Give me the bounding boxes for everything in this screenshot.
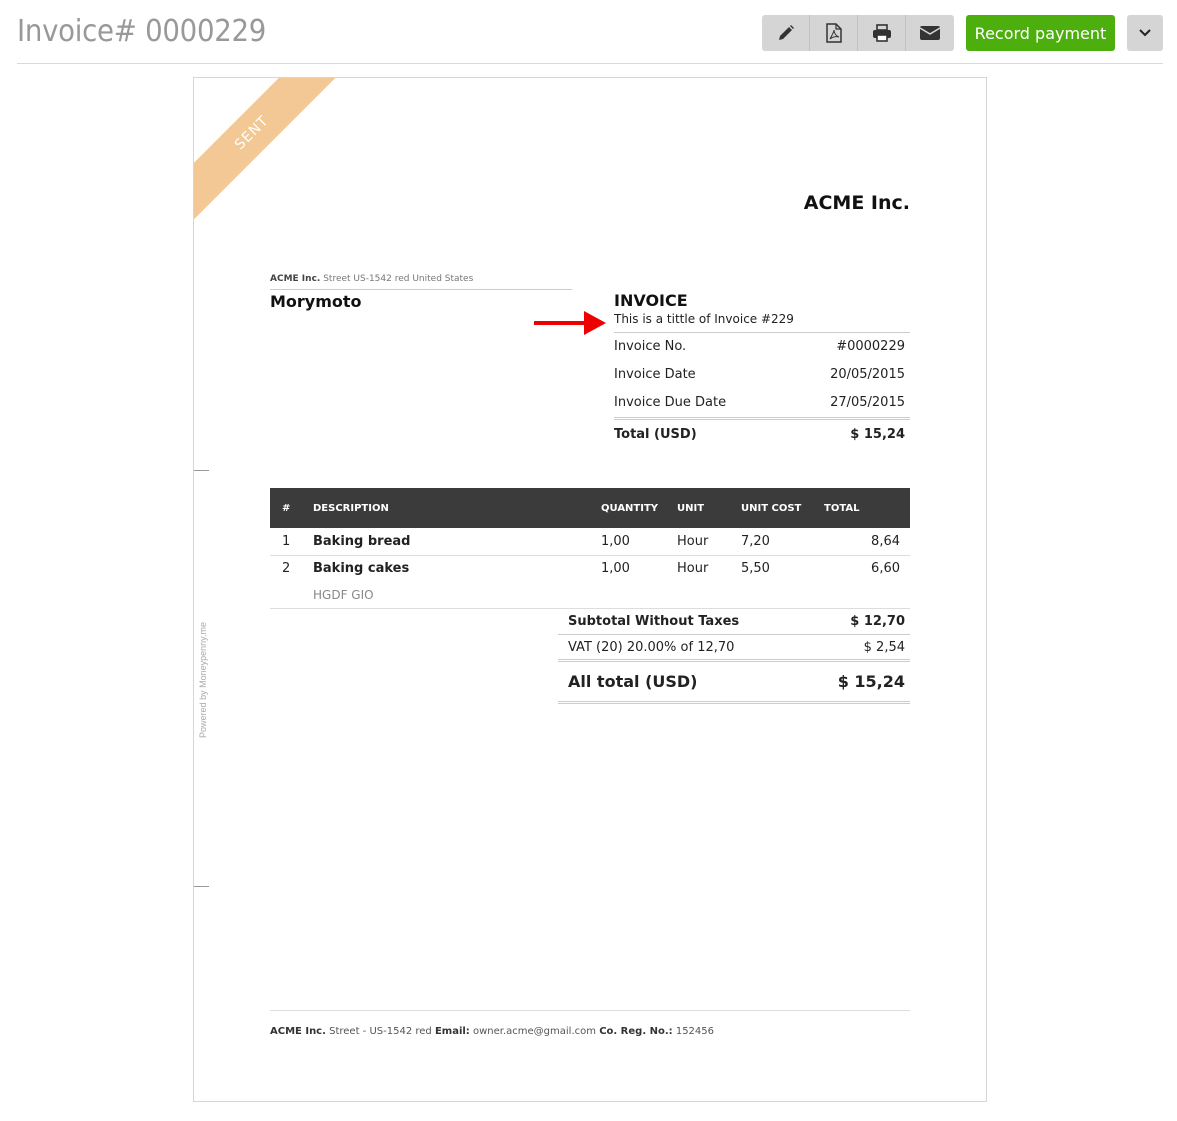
vat-row: VAT (20) 20.00% of 12,70 $ 2,54	[558, 635, 910, 662]
table-row-note: HGDF GIO	[270, 582, 910, 609]
table-row: 2 Baking cakes 1,00 Hour 5,50 6,60	[270, 555, 910, 582]
sender-address: ACME Inc. Street US-1542 red United Stat…	[270, 274, 572, 290]
invoice-date-row: Invoice Date 20/05/2015	[614, 361, 910, 389]
document-footer: ACME Inc. Street - US-1542 red Email: ow…	[270, 1010, 910, 1037]
all-total-label: All total (USD)	[568, 672, 698, 691]
cell-unit: Hour	[677, 528, 741, 556]
invoice-document: SENT Powered by Moneypenny.me ACME Inc. …	[193, 77, 987, 1102]
vat-label: VAT (20) 20.00% of 12,70	[568, 639, 735, 655]
footer-reg-no: 152456	[675, 1026, 715, 1037]
more-actions-button[interactable]	[1127, 15, 1163, 51]
print-button[interactable]	[858, 15, 906, 51]
table-header-row: # DESCRIPTION QUANTITY UNIT UNIT COST TO…	[270, 488, 910, 528]
cell-number: 1	[270, 528, 313, 556]
items-table: # DESCRIPTION QUANTITY UNIT UNIT COST TO…	[270, 488, 910, 609]
fold-mark	[194, 470, 209, 471]
page-title: Invoice# 0000229	[17, 14, 267, 49]
footer-reg-label: Co. Reg. No.:	[599, 1026, 673, 1037]
footer-email-label: Email:	[434, 1026, 470, 1037]
fold-mark	[194, 886, 209, 887]
invoice-due-date-row: Invoice Due Date 27/05/2015	[614, 389, 910, 420]
envelope-icon	[919, 26, 941, 40]
cell-quantity: 1,00	[601, 561, 630, 577]
toolbar-button-group	[762, 15, 954, 51]
col-header-number: #	[270, 488, 313, 528]
col-header-unit-cost: UNIT COST	[741, 488, 824, 528]
footer-email: owner.acme@gmail.com	[473, 1026, 596, 1037]
record-payment-button[interactable]: Record payment	[966, 15, 1115, 51]
subtotal-label: Subtotal Without Taxes	[568, 613, 740, 629]
subtotal-value: $ 12,70	[850, 613, 905, 629]
table-row: 1 Baking bread 1,00 Hour 7,20 8,64	[270, 528, 910, 556]
all-total-value: $ 15,24	[837, 672, 905, 691]
sender-name: ACME Inc.	[270, 274, 321, 284]
footer-company: ACME Inc.	[270, 1026, 326, 1037]
client-name: Morymoto	[270, 292, 362, 311]
meta-value: 27/05/2015	[830, 395, 905, 410]
cell-number: 2	[282, 561, 291, 577]
col-header-unit: UNIT	[677, 488, 741, 528]
meta-label: Invoice No.	[614, 339, 687, 354]
cell-quantity: 1,00	[601, 528, 677, 556]
red-arrow-annotation	[534, 311, 606, 335]
col-header-description: DESCRIPTION	[313, 488, 601, 528]
invoice-subtitle: This is a tittle of Invoice #229	[614, 312, 910, 333]
vat-value: $ 2,54	[863, 639, 905, 655]
email-button[interactable]	[906, 15, 954, 51]
edit-button[interactable]	[762, 15, 810, 51]
invoice-heading: INVOICE	[614, 291, 688, 310]
sender-street: Street US-1542 red United States	[323, 274, 474, 284]
cell-unit-cost: 7,20	[741, 528, 824, 556]
status-ribbon: SENT	[194, 78, 351, 232]
col-header-total: TOTAL	[824, 488, 910, 528]
page-header: Invoice# 0000229 Record payment	[17, 0, 1163, 64]
pencil-icon	[778, 25, 794, 40]
meta-label: Invoice Date	[614, 367, 696, 382]
cell-note: HGDF GIO	[313, 582, 601, 609]
subtotal-row: Subtotal Without Taxes $ 12,70	[558, 608, 910, 635]
printer-icon	[872, 24, 891, 42]
meta-value: 20/05/2015	[830, 367, 905, 382]
total-value: $ 15,24	[850, 427, 905, 442]
chevron-down-icon	[1139, 29, 1151, 37]
pdf-button[interactable]	[810, 15, 858, 51]
company-name: ACME Inc.	[803, 192, 910, 214]
all-total-row: All total (USD) $ 15,24	[558, 662, 910, 704]
total-label: Total (USD)	[614, 427, 697, 442]
invoice-number-row: Invoice No. #0000229	[614, 333, 910, 361]
invoice-info: INVOICE This is a tittle of Invoice #229…	[614, 291, 910, 442]
cell-description: Baking cakes	[313, 561, 410, 577]
cell-unit-cost: 5,50	[741, 561, 770, 577]
totals-block: Subtotal Without Taxes $ 12,70 VAT (20) …	[558, 608, 910, 704]
cell-description: Baking bread	[313, 528, 601, 556]
col-header-quantity: QUANTITY	[601, 488, 677, 528]
cell-total: 8,64	[824, 528, 910, 556]
powered-by-text: Powered by Moneypenny.me	[198, 622, 208, 738]
invoice-total-row: Total (USD) $ 15,24	[614, 420, 910, 442]
meta-label: Invoice Due Date	[614, 395, 727, 410]
cell-unit: Hour	[677, 561, 709, 577]
footer-street: Street - US-1542 red	[329, 1026, 432, 1037]
meta-value: #0000229	[836, 339, 905, 354]
pdf-icon	[825, 23, 842, 43]
cell-total: 6,60	[871, 561, 900, 577]
